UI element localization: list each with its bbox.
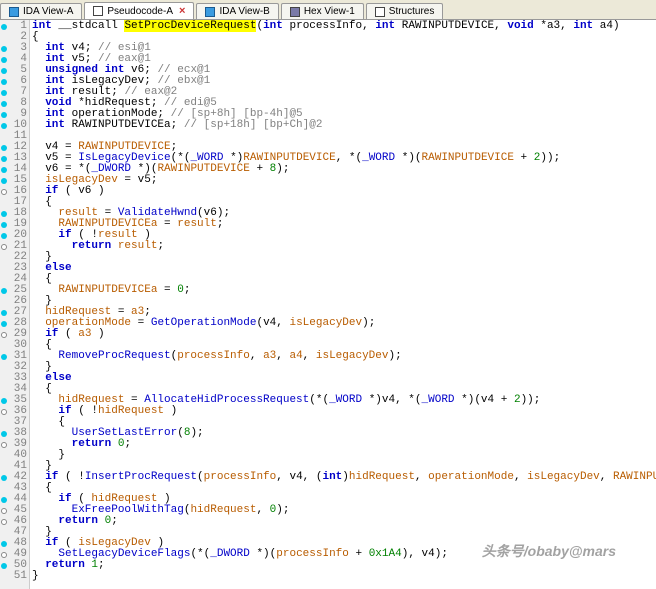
breakpoint-bullet-icon[interactable]	[1, 79, 7, 85]
code-line[interactable]: }	[32, 362, 656, 373]
breakpoint-bullet-icon[interactable]	[1, 167, 7, 173]
breakpoint-bullet-icon[interactable]	[1, 211, 7, 217]
breakpoint-bullet-icon[interactable]	[1, 354, 7, 360]
breakpoint-bullet-icon[interactable]	[1, 112, 7, 118]
breakpoint-bullet-icon[interactable]	[1, 497, 7, 503]
breakpoint-bullet-icon[interactable]	[1, 321, 7, 327]
breakpoint-bullet-icon[interactable]	[1, 156, 7, 162]
breakpoint-bullet-icon[interactable]	[1, 563, 7, 569]
breakpoint-bullet-icon[interactable]	[1, 431, 7, 437]
breakpoint-bullet-icon[interactable]	[1, 123, 7, 129]
breakpoint-bullet-icon[interactable]	[1, 332, 7, 338]
breakpoint-bullet-icon[interactable]	[1, 552, 7, 558]
line-gutter: 1234567891011121314151617181920212223242…	[0, 20, 30, 589]
gutter-line[interactable]: 51	[1, 571, 27, 582]
watermark: 头条号/obaby@mars	[482, 541, 616, 561]
code-line[interactable]: if ( !hidRequest )	[32, 406, 656, 417]
tab-label: Pseudocode-A	[107, 6, 173, 17]
tab-ida-view-b[interactable]: IDA View-B	[196, 3, 278, 19]
tab-ida-view-a[interactable]: IDA View-A	[0, 3, 82, 19]
code-line[interactable]: RAWINPUTDEVICEa = 0;	[32, 285, 656, 296]
ic-struct-icon	[375, 7, 385, 17]
breakpoint-bullet-icon[interactable]	[1, 409, 7, 415]
breakpoint-bullet-icon[interactable]	[1, 90, 7, 96]
code-line[interactable]: int __stdcall SetProcDeviceRequest(int p…	[32, 21, 656, 32]
breakpoint-bullet-icon[interactable]	[1, 233, 7, 239]
code-line[interactable]: return result;	[32, 241, 656, 252]
code-line[interactable]: if ( a3 )	[32, 329, 656, 340]
ic-square-icon	[9, 7, 19, 17]
code-line[interactable]: return 0;	[32, 516, 656, 527]
breakpoint-bullet-icon[interactable]	[1, 310, 7, 316]
code-line[interactable]: RemoveProcRequest(processInfo, a3, a4, i…	[32, 351, 656, 362]
breakpoint-bullet-icon[interactable]	[1, 222, 7, 228]
code-line[interactable]: isLegacyDev = v5;	[32, 175, 656, 186]
code-line[interactable]: if ( v6 )	[32, 186, 656, 197]
code-line[interactable]: if ( !InsertProcRequest(processInfo, v4,…	[32, 472, 656, 483]
code-line[interactable]: operationMode = GetOperationMode(v4, isL…	[32, 318, 656, 329]
breakpoint-bullet-icon[interactable]	[1, 101, 7, 107]
tab-hex-view-1[interactable]: Hex View-1	[281, 3, 364, 19]
code-line[interactable]: }	[32, 252, 656, 263]
tab-label: IDA View-B	[219, 6, 269, 17]
breakpoint-bullet-icon[interactable]	[1, 541, 7, 547]
tab-structures[interactable]: Structures	[366, 3, 444, 19]
breakpoint-bullet-icon[interactable]	[1, 475, 7, 481]
breakpoint-bullet-icon[interactable]	[1, 46, 7, 52]
code-line[interactable]: else	[32, 263, 656, 274]
breakpoint-bullet-icon[interactable]	[1, 288, 7, 294]
breakpoint-bullet-icon[interactable]	[1, 178, 7, 184]
code-line[interactable]: return 1;	[32, 560, 656, 571]
breakpoint-bullet-icon[interactable]	[1, 519, 7, 525]
code-area: 1234567891011121314151617181920212223242…	[0, 20, 656, 589]
ic-square-icon	[205, 7, 215, 17]
code-content[interactable]: int __stdcall SetProcDeviceRequest(int p…	[30, 20, 656, 589]
breakpoint-bullet-icon[interactable]	[1, 68, 7, 74]
ic-hex-icon	[290, 7, 300, 17]
breakpoint-bullet-icon[interactable]	[1, 189, 7, 195]
breakpoint-bullet-icon[interactable]	[1, 442, 7, 448]
code-line[interactable]: ExFreePoolWithTag(hidRequest, 0);	[32, 505, 656, 516]
breakpoint-bullet-icon[interactable]	[1, 398, 7, 404]
code-line[interactable]: }	[32, 571, 656, 582]
breakpoint-bullet-icon[interactable]	[1, 145, 7, 151]
code-line[interactable]: return 0;	[32, 439, 656, 450]
breakpoint-bullet-icon[interactable]	[1, 57, 7, 63]
code-line[interactable]: }	[32, 450, 656, 461]
breakpoint-bullet-icon[interactable]	[1, 244, 7, 250]
tab-label: IDA View-A	[23, 6, 73, 17]
tab-pseudocode-a[interactable]: Pseudocode-A ×	[84, 2, 194, 19]
ic-box-icon	[93, 6, 103, 16]
tab-label: Structures	[389, 6, 435, 17]
breakpoint-bullet-icon[interactable]	[1, 508, 7, 514]
close-icon[interactable]: ×	[179, 5, 185, 17]
breakpoint-bullet-icon[interactable]	[1, 24, 7, 30]
tab-label: Hex View-1	[304, 6, 355, 17]
line-number: 51	[9, 571, 27, 582]
code-line[interactable]: else	[32, 373, 656, 384]
code-line[interactable]: int RAWINPUTDEVICEa; // [sp+18h] [bp+Ch]…	[32, 120, 656, 131]
tab-bar: IDA View-A Pseudocode-A × IDA View-B Hex Vie…	[0, 0, 656, 20]
